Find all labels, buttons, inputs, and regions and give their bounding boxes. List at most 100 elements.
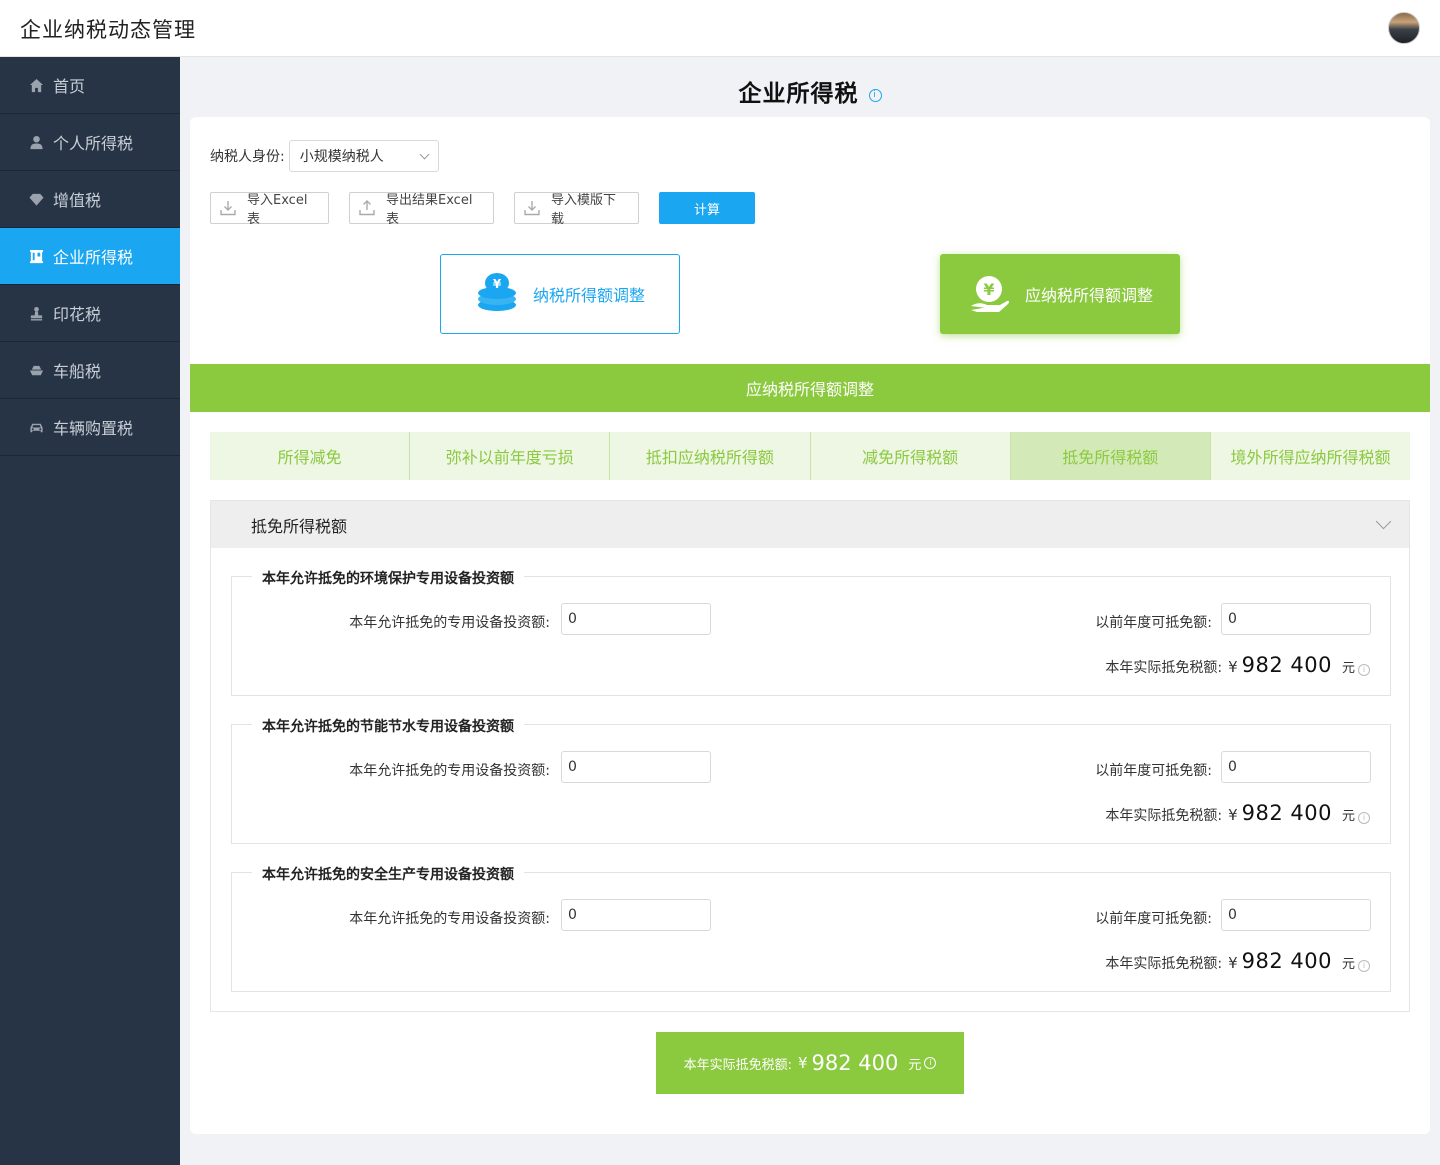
import-excel-label: 导入Excel表	[247, 193, 308, 227]
taxpayer-select[interactable]: 小规模纳税人	[288, 140, 439, 172]
total-label: 本年实际抵免税额:	[683, 1057, 792, 1073]
panel-header[interactable]: 抵免所得税额	[211, 501, 1409, 548]
prior-credit-input[interactable]	[1221, 603, 1371, 635]
sidebar-item-label: 车辆购置税	[53, 419, 134, 438]
currency-symbol: ¥	[1228, 806, 1238, 824]
sidebar-item-label: 首页	[53, 77, 86, 96]
page-title-text: 企业所得税	[738, 81, 859, 107]
result-amount: 982 400	[1241, 801, 1332, 825]
group-title: 本年允许抵免的环境保护专用设备投资额	[252, 568, 524, 588]
tab-tax-reduction[interactable]: 减免所得税额	[811, 432, 1011, 480]
template-download-label: 导入模版下载	[551, 193, 617, 227]
coin-stack-icon: ¥	[475, 272, 519, 316]
info-icon[interactable]: i	[868, 89, 882, 102]
money-hand-icon: ¥	[967, 272, 1011, 316]
group-title: 本年允许抵免的安全生产专用设备投资额	[252, 864, 524, 884]
actual-credit-result: 本年实际抵免税额: ¥ 982 400 元 i	[1105, 653, 1370, 677]
section-header-bar: 应纳税所得额调整	[190, 364, 1430, 412]
taxpayer-label: 纳税人身份:	[210, 149, 285, 165]
info-icon[interactable]: i	[1358, 664, 1370, 676]
download-icon	[523, 199, 541, 217]
building-icon	[28, 248, 44, 264]
prior-credit-label: 以前年度可抵免额:	[1095, 911, 1212, 927]
stamp-icon	[28, 305, 44, 321]
car-icon	[28, 419, 44, 435]
prior-credit-input[interactable]	[1221, 899, 1371, 931]
info-icon[interactable]: i	[1358, 960, 1370, 972]
result-label: 本年实际抵免税额:	[1105, 660, 1223, 676]
sidebar-item-label: 增值税	[53, 191, 102, 210]
top-header: 企业纳税动态管理	[0, 0, 1440, 57]
export-excel-button[interactable]: 导出结果Excel表	[349, 192, 494, 227]
export-excel-label: 导出结果Excel表	[386, 193, 473, 227]
prior-credit-label: 以前年度可抵免额:	[1095, 763, 1212, 779]
actual-credit-result: 本年实际抵免税额: ¥ 982 400 元 i	[1105, 949, 1370, 973]
group-environmental: 本年允许抵免的环境保护专用设备投资额 本年允许抵免的专用设备投资额: 以前年度可…	[231, 568, 1391, 696]
result-unit: 元	[1341, 661, 1355, 676]
currency-symbol: ¥	[797, 1054, 808, 1072]
page-title: 企业所得税 i	[180, 74, 1440, 108]
template-download-button[interactable]: 导入模版下载	[514, 192, 639, 227]
tab-loss-carryforward[interactable]: 弥补以前年度亏损	[410, 432, 611, 480]
info-icon[interactable]: i	[1358, 812, 1370, 824]
result-unit: 元	[1341, 809, 1355, 824]
sidebar-item-home[interactable]: 首页	[0, 57, 180, 114]
actual-credit-result: 本年实际抵免税额: ¥ 982 400 元 i	[1105, 801, 1370, 825]
group-title: 本年允许抵免的节能节水专用设备投资额	[252, 716, 524, 736]
investment-input[interactable]	[561, 899, 711, 931]
option1-label: 纳税所得额调整	[532, 286, 645, 305]
sidebar-item-vat[interactable]: 增值税	[0, 171, 180, 228]
user-avatar[interactable]	[1388, 12, 1420, 44]
svg-text:¥: ¥	[493, 277, 502, 291]
total-amount: 982 400	[811, 1051, 899, 1075]
sidebar-item-label: 车船税	[53, 362, 102, 381]
tab-bar: 所得减免 弥补以前年度亏损 抵扣应纳税所得额 减免所得税额 抵免所得税额 境外所…	[210, 432, 1410, 480]
total-unit: 元	[908, 1057, 922, 1073]
option2-label: 应纳税所得额调整	[1024, 286, 1153, 305]
home-icon	[28, 77, 44, 93]
sidebar-item-label: 个人所得税	[53, 134, 134, 153]
sidebar-item-vehicle-purchase-tax[interactable]: 车辆购置税	[0, 399, 180, 456]
payable-income-adjust-option[interactable]: ¥ 应纳税所得额调整	[940, 254, 1180, 334]
import-excel-button[interactable]: 导入Excel表	[210, 192, 329, 227]
group-safety-production: 本年允许抵免的安全生产专用设备投资额 本年允许抵免的专用设备投资额: 以前年度可…	[231, 864, 1391, 992]
panel-title: 抵免所得税额	[251, 516, 348, 536]
ship-icon	[28, 362, 44, 378]
result-amount: 982 400	[1241, 949, 1332, 973]
tab-deduct-taxable-income[interactable]: 抵扣应纳税所得额	[610, 432, 811, 480]
info-icon[interactable]: i	[924, 1057, 937, 1069]
chevron-down-icon	[419, 149, 430, 159]
investment-label: 本年允许抵免的专用设备投资额:	[349, 615, 550, 631]
chevron-down-icon[interactable]	[1375, 513, 1392, 530]
svg-text:¥: ¥	[983, 280, 994, 299]
group-energy-water: 本年允许抵免的节能节水专用设备投资额 本年允许抵免的专用设备投资额: 以前年度可…	[231, 716, 1391, 844]
app-title: 企业纳税动态管理	[20, 18, 196, 42]
prior-credit-input[interactable]	[1221, 751, 1371, 783]
prior-credit-label: 以前年度可抵免额:	[1095, 615, 1212, 631]
sidebar-item-vessel-tax[interactable]: 车船税	[0, 342, 180, 399]
calculate-button[interactable]: 计算	[659, 192, 755, 224]
tab-tax-credit[interactable]: 抵免所得税额	[1010, 432, 1211, 480]
tab-foreign-income-tax[interactable]: 境外所得应纳所得税额	[1211, 432, 1410, 480]
sidebar-item-label: 印花税	[53, 305, 102, 324]
result-label: 本年实际抵免税额:	[1105, 808, 1223, 824]
taxpayer-select-value: 小规模纳税人	[299, 149, 384, 165]
main-card: 纳税人身份: 小规模纳税人 导入Excel表 导出结果Excel表 导入模版下载…	[190, 117, 1430, 1134]
sidebar-item-stamp-tax[interactable]: 印花税	[0, 285, 180, 342]
user-icon	[28, 134, 44, 150]
result-amount: 982 400	[1241, 653, 1332, 677]
taxpayer-row: 纳税人身份: 小规模纳税人	[210, 140, 439, 172]
investment-input[interactable]	[561, 751, 711, 783]
investment-label: 本年允许抵免的专用设备投资额:	[349, 763, 550, 779]
sidebar-item-personal-income-tax[interactable]: 个人所得税	[0, 114, 180, 171]
sidebar-item-corporate-income-tax[interactable]: 企业所得税	[0, 228, 180, 285]
tax-credit-panel: 抵免所得税额 本年允许抵免的环境保护专用设备投资额 本年允许抵免的专用设备投资额…	[210, 500, 1410, 1012]
tab-income-reduction[interactable]: 所得减免	[210, 432, 411, 480]
result-unit: 元	[1341, 957, 1355, 972]
investment-label: 本年允许抵免的专用设备投资额:	[349, 911, 550, 927]
investment-input[interactable]	[561, 603, 711, 635]
taxable-income-adjust-option[interactable]: ¥ 纳税所得额调整	[440, 254, 680, 334]
currency-symbol: ¥	[1228, 658, 1238, 676]
sidebar-item-label: 企业所得税	[53, 248, 134, 267]
download-icon	[219, 199, 237, 217]
